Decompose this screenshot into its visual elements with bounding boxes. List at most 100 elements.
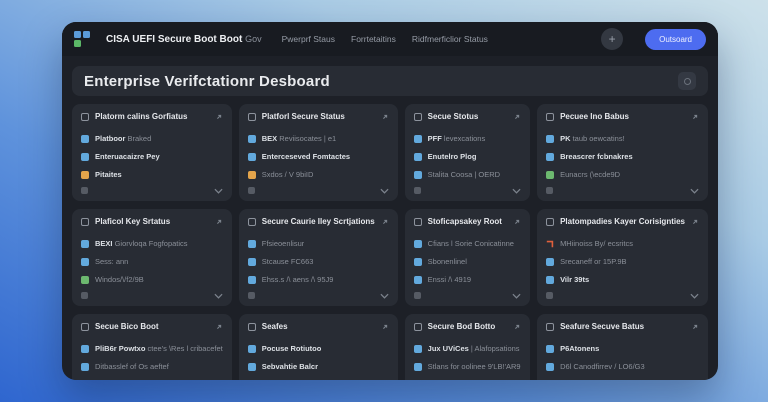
orange-square-icon xyxy=(81,170,89,179)
external-link-icon[interactable] xyxy=(691,323,699,331)
chevron-down-icon[interactable] xyxy=(512,188,521,194)
chevron-down-icon[interactable] xyxy=(214,188,223,194)
status-card: Platorm calins Gorfiatus Platboor Braked… xyxy=(72,104,232,201)
external-link-icon[interactable] xyxy=(381,218,389,226)
add-button[interactable]: + xyxy=(601,28,624,50)
list-item[interactable]: PFF levexcations xyxy=(413,134,521,143)
status-card: Secure Bod Botto Jux UViCes | Alafopsati… xyxy=(404,314,531,380)
card-header: Seafure Secuve Batus xyxy=(546,322,699,331)
status-dot-icon xyxy=(413,187,421,194)
external-link-icon[interactable] xyxy=(381,113,389,121)
card-header: Stoficapsakey Root xyxy=(413,217,521,226)
checkbox-icon[interactable] xyxy=(413,322,422,331)
external-link-icon[interactable] xyxy=(513,218,521,226)
list-item-label: P6Atonens xyxy=(560,344,600,353)
checkbox-icon[interactable] xyxy=(81,112,89,121)
list-item[interactable]: Pocuse Rotiutoo xyxy=(247,344,389,353)
list-item[interactable]: Eunacrs (\ecde9D xyxy=(546,170,699,179)
list-item[interactable]: P6Atonens xyxy=(546,344,699,353)
blue-square-icon xyxy=(413,275,422,284)
list-item[interactable]: Enutelro Plog xyxy=(413,152,521,161)
external-link-icon[interactable] xyxy=(215,218,223,226)
checkbox-icon[interactable] xyxy=(81,322,89,331)
list-item-label: PK taub oewcatins! xyxy=(560,134,625,143)
checkbox-icon[interactable] xyxy=(546,112,555,121)
nav-link-1[interactable]: Pwerprf Staus xyxy=(282,34,335,44)
checkbox-icon[interactable] xyxy=(247,217,256,226)
external-link-icon[interactable] xyxy=(381,323,389,331)
card-item-list: PliB6r Powtxo ctee's \Res l cribacefet D… xyxy=(81,335,223,380)
checkbox-icon[interactable] xyxy=(413,217,422,226)
list-item[interactable]: Sess: ann xyxy=(81,257,223,266)
checkbox-icon[interactable] xyxy=(247,112,256,121)
card-title: Pecuee Ino Babus xyxy=(560,112,629,121)
blue-square-icon xyxy=(413,257,422,266)
app-logo-icon xyxy=(74,31,90,47)
list-item[interactable]: Enssi /\ 4919 xyxy=(413,275,521,284)
chevron-down-icon[interactable] xyxy=(690,293,699,299)
card-header: Platforl Secure Status xyxy=(247,112,389,121)
list-item[interactable]: Jux UViCes | Alafopsations xyxy=(413,344,521,353)
nav-link-2[interactable]: Forrtetaitins xyxy=(351,34,396,44)
list-item[interactable]: Breascrer fcbnakres xyxy=(546,152,699,161)
list-item[interactable]: Enterceseved Fomtactes xyxy=(247,152,389,161)
list-item[interactable]: Platboor Braked xyxy=(81,134,223,143)
app-window: CISA UEFI Secure Boot Boot Gov Pwerprf S… xyxy=(62,22,718,380)
external-link-icon[interactable] xyxy=(691,218,699,226)
external-link-icon[interactable] xyxy=(215,113,223,121)
list-item[interactable]: Enteruacaizre Pey xyxy=(81,152,223,161)
external-link-icon[interactable] xyxy=(215,323,223,331)
list-item[interactable]: Ehss.s /\ aens /\ 95J9 xyxy=(247,275,389,284)
status-dot-icon xyxy=(413,292,421,299)
status-card: Pecuee Ino Babus PK taub oewcatins! Brea… xyxy=(537,104,708,201)
list-item[interactable]: Srecaneff or 15P.9B xyxy=(546,257,699,266)
list-item[interactable]: BEX Reviisocates | e1 xyxy=(247,134,389,143)
chevron-down-icon[interactable] xyxy=(512,293,521,299)
chevron-down-icon[interactable] xyxy=(380,188,389,194)
list-item[interactable]: Sebvahtie Balcr xyxy=(247,362,389,371)
list-item[interactable]: Vilr 39ts xyxy=(546,275,699,284)
list-item[interactable]: Ditbasslef of Os aeftef xyxy=(81,362,223,371)
status-dot-icon xyxy=(546,292,554,299)
list-item[interactable]: PK taub oewcatins! xyxy=(546,134,699,143)
blue-square-icon xyxy=(81,134,89,143)
list-item[interactable]: PliB6r Powtxo ctee's \Res l cribacefet xyxy=(81,344,223,353)
list-item[interactable]: Sbonenlinel xyxy=(413,257,521,266)
list-item[interactable]: D6l Canodfirrev / LO6/G3 xyxy=(546,362,699,371)
list-item[interactable]: Stalita Coosa | OERD xyxy=(413,170,521,179)
checkbox-icon[interactable] xyxy=(81,217,89,226)
list-item[interactable]: BEXI Giorvloqa Fogfopatics xyxy=(81,239,223,248)
orange-square-icon xyxy=(247,170,256,179)
chevron-down-icon[interactable] xyxy=(690,188,699,194)
checkbox-icon[interactable] xyxy=(413,112,422,121)
blue-square-icon xyxy=(413,134,422,143)
status-dot-icon xyxy=(81,187,88,194)
list-item[interactable]: Windos/\/f2/9B xyxy=(81,275,223,284)
external-link-icon[interactable] xyxy=(513,323,521,331)
external-link-icon[interactable] xyxy=(513,113,521,121)
card-footer xyxy=(247,284,389,299)
chevron-down-icon[interactable] xyxy=(214,293,223,299)
list-item[interactable]: Sxdos / V 9biID xyxy=(247,170,389,179)
checkbox-icon[interactable] xyxy=(546,217,555,226)
cards-grid: Platorm calins Gorfiatus Platboor Braked… xyxy=(72,104,708,380)
list-item[interactable]: Stcause FC663 xyxy=(247,257,389,266)
primary-action-button[interactable]: Outsoard xyxy=(645,28,706,50)
card-header: Secue Bico Boot xyxy=(81,322,223,331)
list-item[interactable]: Cfians l Sorie Conicatinne xyxy=(413,239,521,248)
chevron-down-icon[interactable] xyxy=(380,293,389,299)
header-action-button[interactable] xyxy=(678,72,696,90)
blue-square-icon xyxy=(546,134,555,143)
external-link-icon[interactable] xyxy=(691,113,699,121)
list-item[interactable]: Pitaites xyxy=(81,170,223,179)
blue-square-icon xyxy=(247,257,256,266)
list-item[interactable]: Stlans for oolinee 9'LB!'AR9 xyxy=(413,362,521,371)
list-item[interactable]: MHiinoiss By/ ecsritcs xyxy=(546,239,699,248)
list-item[interactable]: Ffsieoenlisur xyxy=(247,239,389,248)
card-footer xyxy=(546,179,699,194)
nav-link-3[interactable]: Ridfmerficlior Status xyxy=(412,34,488,44)
checkbox-icon[interactable] xyxy=(546,322,555,331)
checkbox-icon[interactable] xyxy=(247,322,256,331)
card-item-list: Cfians l Sorie Conicatinne Sbonenlinel E… xyxy=(413,230,521,284)
card-title: Secue Stotus xyxy=(427,112,479,121)
